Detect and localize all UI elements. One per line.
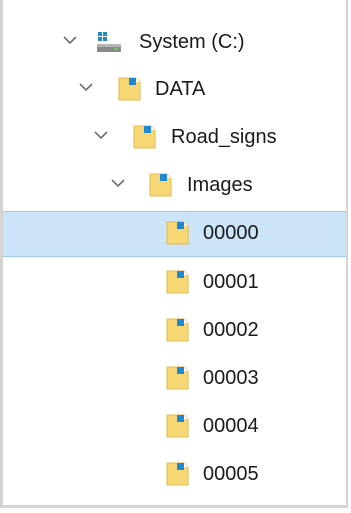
chevron-down-icon[interactable] [77,78,95,96]
folder-icon [149,173,172,197]
folder-icon [166,318,189,342]
tree-item-00005[interactable]: 00005 [3,452,346,498]
folder-icon [166,221,189,245]
tree-item-00000[interactable]: 00000 [3,211,346,257]
tree-item-label: 00000 [203,222,259,244]
chevron-down-icon[interactable] [61,31,79,49]
tree-item-label: Road_signs [171,126,277,148]
tree-item-label: 00002 [203,319,259,341]
tree-item-road-signs[interactable]: Road_signs [3,115,346,161]
chevron-down-icon[interactable] [92,126,110,144]
chevron-down-icon[interactable] [109,174,127,192]
tree-item-label: Images [187,174,253,196]
folder-icon [166,366,189,390]
tree-item-label: 00003 [203,367,259,389]
tree-item-label: 00005 [203,463,259,485]
tree-item-label: 00004 [203,415,259,437]
folder-icon [166,462,189,486]
tree-item-images[interactable]: Images [3,163,346,209]
tree-item-label: 00001 [203,271,259,293]
tree-item-00003[interactable]: 00003 [3,356,346,402]
tree-item-data[interactable]: DATA [3,67,346,113]
tree-item-00001[interactable]: 00001 [3,260,346,306]
tree-item-00004[interactable]: 00004 [3,404,346,450]
tree-item-system-c[interactable]: System (C:) [3,20,346,66]
tree-item-00002[interactable]: 00002 [3,308,346,354]
folder-icon [166,414,189,438]
navigation-pane: System (C:) DATA Road_signs Images 00000… [0,0,348,508]
tree-item-label: DATA [155,78,206,100]
folder-icon [118,77,141,101]
drive-icon [97,32,121,52]
folder-icon [133,125,156,149]
folder-icon [166,270,189,294]
tree-item-label: System (C:) [139,31,245,53]
